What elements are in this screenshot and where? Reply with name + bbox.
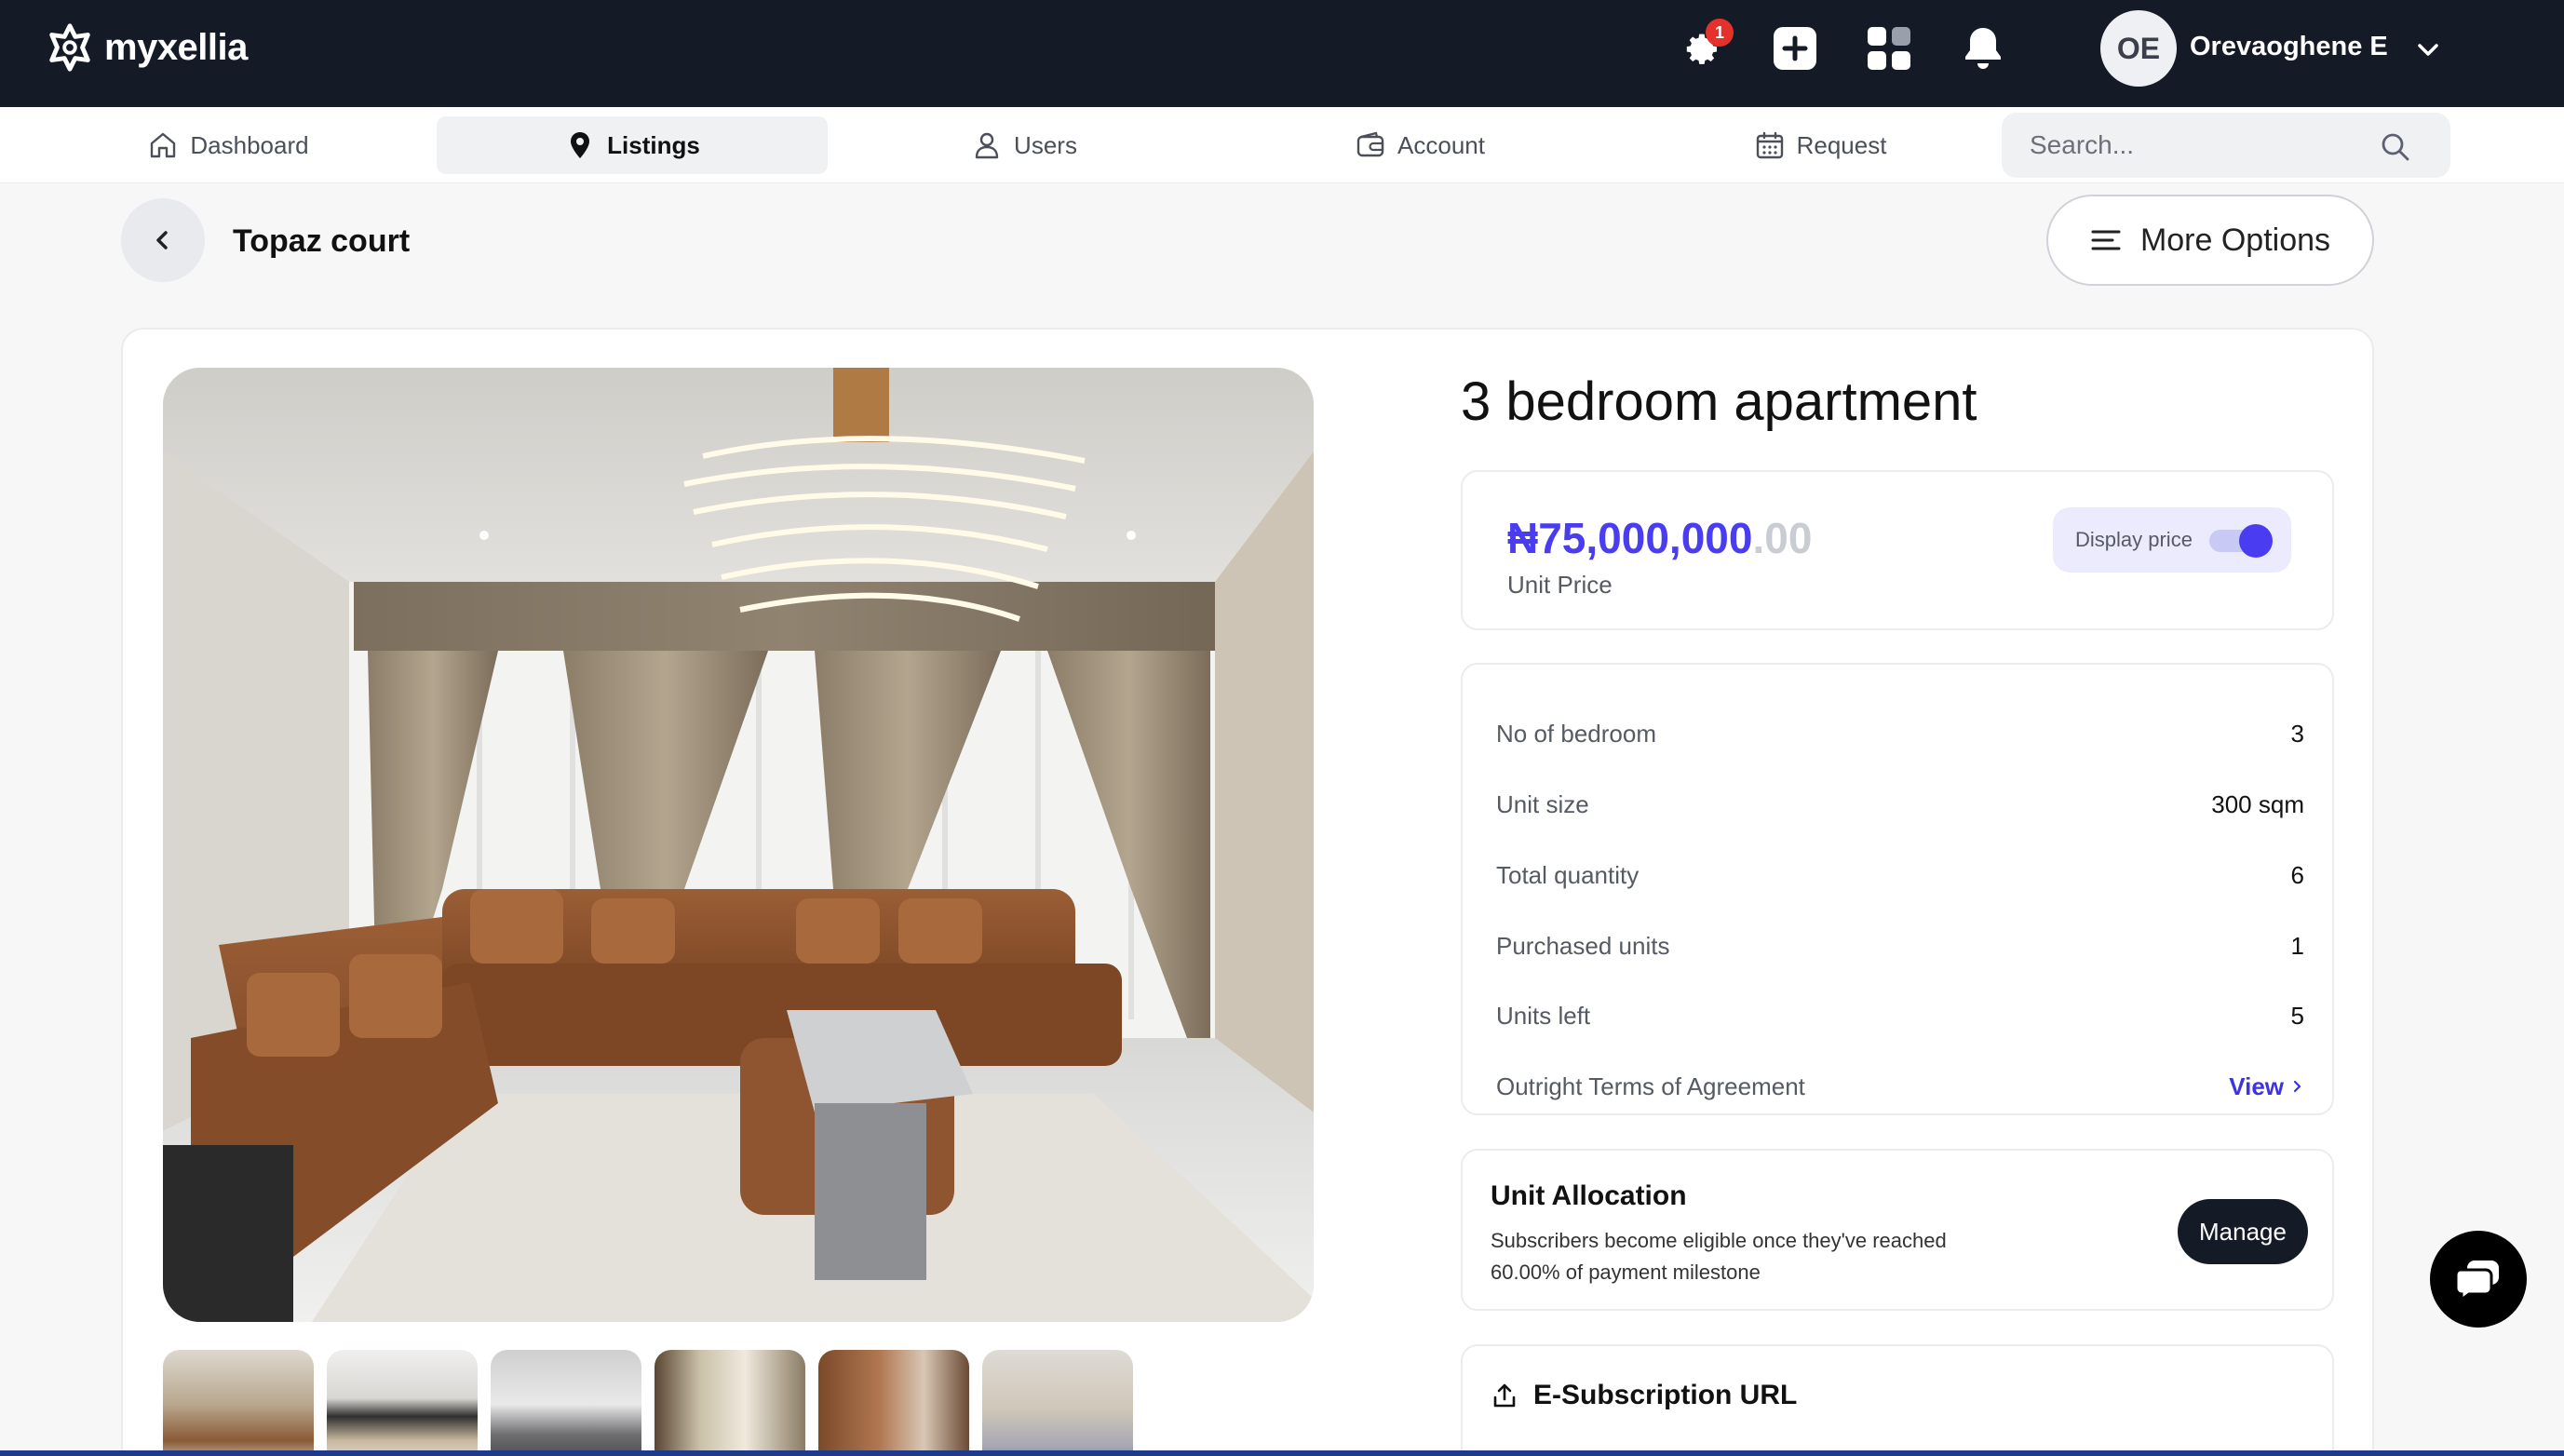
chevron-left-icon xyxy=(156,231,168,249)
thumbnail-shower[interactable] xyxy=(818,1350,969,1456)
notification-badge: 1 xyxy=(1706,19,1734,47)
unit-price-label: Unit Price xyxy=(1507,571,1613,599)
view-terms-link[interactable]: View xyxy=(2229,1072,2304,1101)
display-price-label: Display price xyxy=(2075,528,2193,551)
search-input[interactable] xyxy=(2030,126,2383,165)
allocation-description: Subscribers become eligible once they've… xyxy=(1491,1229,1947,1284)
chat-bubble-icon xyxy=(2454,1261,2499,1301)
price-main: ₦75,000,000 xyxy=(1507,514,1753,562)
e-subscription-header: E-Subscription URL xyxy=(1491,1380,1797,1411)
nav-item-request[interactable]: Request xyxy=(1722,116,1918,174)
price-cents: .00 xyxy=(1752,514,1813,562)
unit-allocation-panel: Unit Allocation Subscribers become eligi… xyxy=(1461,1149,2334,1311)
detail-row-units-left: Units left 5 xyxy=(1496,995,2304,1036)
detail-value: 300 sqm xyxy=(2211,789,2304,818)
page-bottom-border xyxy=(0,1450,2564,1456)
nav-label: Dashboard xyxy=(190,130,309,159)
search-icon[interactable] xyxy=(2380,131,2411,163)
bell-icon xyxy=(1965,28,2001,69)
wallet-icon xyxy=(1356,131,1384,157)
nav-label: Users xyxy=(1014,130,1077,159)
top-bar: myxellia 1 OE Orevaoghene E xyxy=(0,0,2564,107)
home-icon xyxy=(151,132,176,158)
detail-label: Outright Terms of Agreement xyxy=(1496,1072,1805,1100)
view-link-label: View xyxy=(2229,1072,2284,1100)
detail-row-terms: Outright Terms of Agreement View xyxy=(1496,1066,2304,1107)
detail-label: No of bedroom xyxy=(1496,719,1656,748)
apps-button[interactable] xyxy=(1861,20,1917,76)
allocation-title: Unit Allocation xyxy=(1491,1180,1687,1211)
thumbnail-dining[interactable] xyxy=(491,1350,641,1456)
nav-bar: Dashboard Listings Users Account Request xyxy=(0,107,2564,183)
detail-row-total-quantity: Total quantity 6 xyxy=(1496,855,2304,896)
user-name[interactable]: Orevaoghene E xyxy=(2190,32,2388,62)
nav-item-users[interactable]: Users xyxy=(931,116,1117,174)
settings-button[interactable]: 1 xyxy=(1672,19,1734,76)
more-options-label: More Options xyxy=(2139,222,2331,258)
thumbnail-bathroom[interactable] xyxy=(654,1350,805,1456)
nav-label: Request xyxy=(1796,130,1887,159)
app-name: myxellia xyxy=(104,26,248,68)
detail-label: Unit size xyxy=(1496,789,1589,818)
display-price-toggle[interactable]: Display price xyxy=(2053,507,2291,573)
detail-row-bedrooms: No of bedroom 3 xyxy=(1496,713,2304,754)
nav-item-account[interactable]: Account xyxy=(1322,116,1518,174)
toggle-knob xyxy=(2239,524,2273,558)
detail-label: Units left xyxy=(1496,1001,1591,1030)
detail-value: 5 xyxy=(2290,1001,2304,1030)
nav-item-listings[interactable]: Listings xyxy=(437,116,828,174)
manage-button[interactable]: Manage xyxy=(2178,1199,2308,1264)
page-title: Topaz court xyxy=(233,223,411,259)
notifications-button[interactable] xyxy=(1955,20,2011,76)
chat-button[interactable] xyxy=(2430,1231,2527,1328)
search-bar xyxy=(2002,113,2450,178)
apps-grid-icon xyxy=(1868,27,1910,70)
chevron-down-icon[interactable] xyxy=(2411,34,2445,67)
add-button[interactable] xyxy=(1767,20,1823,76)
price-panel: ₦75,000,000.00 Unit Price Display price xyxy=(1461,470,2334,630)
thumbnail-kitchen[interactable] xyxy=(327,1350,478,1456)
detail-row-unit-size: Unit size 300 sqm xyxy=(1496,784,2304,825)
plus-square-icon xyxy=(1774,27,1816,70)
detail-value: 3 xyxy=(2290,719,2304,748)
thumbnail-bedroom[interactable] xyxy=(982,1350,1133,1456)
listing-main-image[interactable] xyxy=(163,368,1314,1322)
image-thumbnails xyxy=(163,1350,1133,1456)
chevron-right-icon xyxy=(2293,1080,2301,1093)
nav-item-dashboard[interactable]: Dashboard xyxy=(121,116,335,174)
living-room-photo xyxy=(163,368,1314,1322)
menu-lines-icon xyxy=(2091,230,2121,250)
e-subscription-panel: E-Subscription URL xyxy=(1461,1344,2334,1456)
detail-value: 1 xyxy=(2290,931,2304,960)
thumbnail-living-room[interactable] xyxy=(163,1350,314,1456)
unit-price: ₦75,000,000.00 xyxy=(1507,513,1812,563)
more-options-button[interactable]: More Options xyxy=(2046,195,2374,286)
location-pin-icon xyxy=(571,132,590,158)
detail-row-purchased-units: Purchased units 1 xyxy=(1496,925,2304,966)
nav-label: Listings xyxy=(607,130,700,159)
logo-icon xyxy=(49,23,90,72)
calendar-icon xyxy=(1756,131,1783,159)
user-icon xyxy=(975,132,999,159)
back-button[interactable] xyxy=(121,198,205,282)
app-logo[interactable]: myxellia xyxy=(43,19,248,76)
share-upload-icon[interactable] xyxy=(1491,1382,1518,1409)
avatar[interactable]: OE xyxy=(2100,10,2177,87)
detail-label: Purchased units xyxy=(1496,931,1670,960)
e-subscription-title: E-Subscription URL xyxy=(1533,1380,1798,1410)
unit-details-panel: No of bedroom 3 Unit size 300 sqm Total … xyxy=(1461,663,2334,1115)
detail-label: Total quantity xyxy=(1496,860,1640,889)
detail-value: 6 xyxy=(2290,860,2304,889)
listing-title: 3 bedroom apartment xyxy=(1461,371,1977,432)
nav-label: Account xyxy=(1397,130,1485,159)
toggle-switch[interactable] xyxy=(2209,524,2273,558)
